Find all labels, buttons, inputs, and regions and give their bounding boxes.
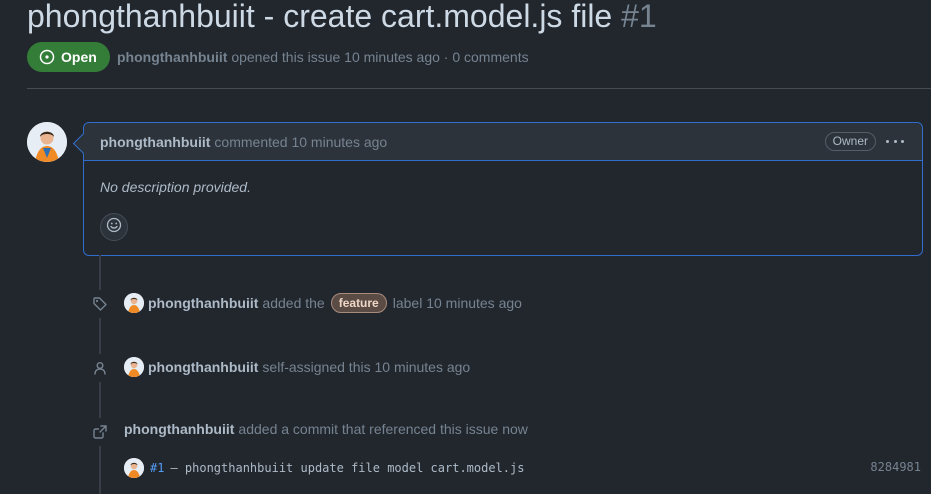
commit-sha-link[interactable]: 8284981: [870, 460, 921, 474]
smiley-icon: [106, 217, 122, 238]
tag-icon: [86, 290, 114, 318]
label-event: phongthanhbuiit added the feature label …: [124, 293, 522, 313]
owner-badge: Owner: [824, 132, 876, 151]
label-event-prefix: added the: [262, 295, 325, 311]
issue-opened-text: opened this issue 10 minutes ago · 0 com…: [231, 49, 529, 65]
issue-author-link[interactable]: phongthanhbuiit: [117, 49, 227, 65]
assign-event-author[interactable]: phongthanhbuiit: [148, 359, 258, 375]
comment-body: No description provided.: [100, 179, 251, 195]
issue-meta: phongthanhbuiit opened this issue 10 min…: [117, 49, 529, 65]
commit-author-avatar[interactable]: [124, 458, 144, 478]
assign-event-avatar[interactable]: [124, 357, 144, 377]
comment-timestamp[interactable]: commented 10 minutes ago: [214, 134, 387, 150]
kebab-horizontal-icon[interactable]: [886, 132, 904, 150]
referenced-commit: #1 – phongthanhbuiit update file model c…: [124, 458, 921, 478]
label-event-author[interactable]: phongthanhbuiit: [148, 295, 258, 311]
issue-page: phongthanhbuiit - create cart.model.js f…: [0, 0, 931, 494]
comment-author-link[interactable]: phongthanhbuiit: [100, 134, 210, 150]
comment-header: phongthanhbuiit commented 10 minutes ago…: [84, 123, 922, 161]
commit-issue-ref-link[interactable]: #1: [150, 461, 164, 475]
issue-number: #1: [621, 0, 657, 34]
header-divider: [27, 88, 931, 89]
issue-title-text: phongthanhbuiit - create cart.model.js f…: [27, 0, 613, 34]
assign-event: phongthanhbuiit self-assigned this 10 mi…: [124, 357, 470, 377]
issue-state-badge: Open: [27, 42, 110, 72]
issue-opened-icon: [39, 49, 55, 65]
comment-author-avatar[interactable]: [27, 122, 67, 162]
person-icon: [86, 354, 114, 382]
assign-event-text: self-assigned this 10 minutes ago: [262, 359, 471, 375]
label-event-suffix: label 10 minutes ago: [392, 295, 522, 311]
label-feature[interactable]: feature: [330, 293, 387, 313]
commit-event-author[interactable]: phongthanhbuiit: [124, 421, 234, 437]
commit-event: phongthanhbuiit added a commit that refe…: [124, 421, 528, 437]
cross-reference-icon: [86, 418, 114, 446]
add-reaction-button[interactable]: [100, 213, 128, 241]
issue-title: phongthanhbuiit - create cart.model.js f…: [27, 0, 657, 38]
commit-event-text: added a commit that referenced this issu…: [238, 421, 528, 437]
issue-comment: phongthanhbuiit commented 10 minutes ago…: [83, 122, 923, 256]
commit-message-link[interactable]: – phongthanhbuiit update file model cart…: [170, 461, 524, 475]
label-event-avatar[interactable]: [124, 293, 144, 313]
issue-state-label: Open: [61, 49, 97, 65]
